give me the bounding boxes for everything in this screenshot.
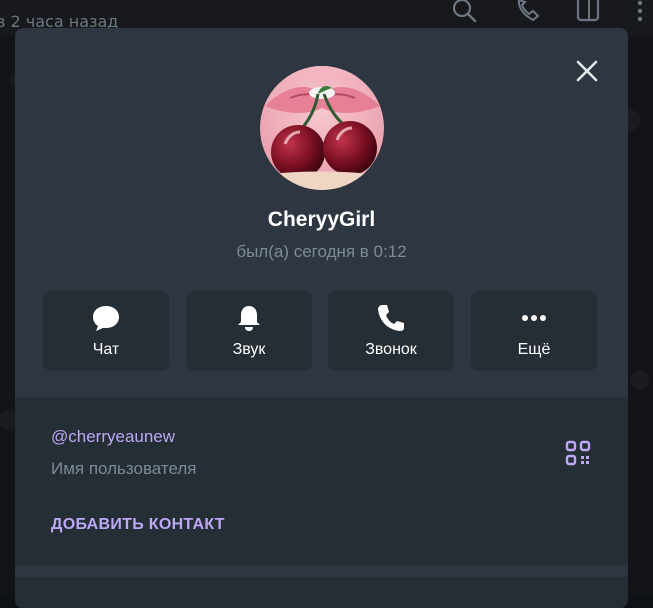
- username-caption: Имя пользователя: [51, 459, 197, 478]
- chat-button[interactable]: Чат: [43, 291, 169, 371]
- sound-button[interactable]: Звук: [186, 291, 312, 371]
- bell-icon: [234, 303, 264, 333]
- close-icon[interactable]: [574, 58, 600, 84]
- action-buttons: Чат Звук Звонок Ещё: [43, 291, 597, 371]
- avatar[interactable]: [260, 66, 384, 190]
- last-seen-status: был(а) сегодня в 0:12: [236, 242, 407, 261]
- user-info-modal: CheryyGirl был(а) сегодня в 0:12 Чат Зву…: [15, 28, 628, 608]
- more-button[interactable]: Ещё: [471, 291, 597, 371]
- call-button-label: Звонок: [365, 341, 417, 358]
- username-link[interactable]: @cherryeaunew: [51, 427, 175, 447]
- sound-button-label: Звук: [232, 341, 266, 358]
- next-section: [15, 577, 628, 608]
- qr-code-icon[interactable]: [565, 440, 591, 466]
- profile-name: CheryyGirl: [267, 208, 376, 231]
- sidebar-icon[interactable]: [575, 0, 603, 24]
- chat-button-label: Чат: [92, 341, 120, 358]
- section-divider: [15, 565, 628, 577]
- more-vertical-icon[interactable]: [630, 0, 653, 24]
- search-icon[interactable]: [450, 0, 478, 24]
- phone-icon: [376, 303, 406, 333]
- chat-bubble-icon: [91, 303, 121, 333]
- phone-icon[interactable]: [513, 0, 541, 24]
- more-horizontal-icon: [519, 303, 549, 333]
- more-button-label: Ещё: [517, 341, 551, 358]
- call-button[interactable]: Звонок: [328, 291, 454, 371]
- user-info-section: @cherryeaunew Имя пользователя ДОБАВИТЬ …: [15, 397, 628, 565]
- cherries-avatar: [260, 66, 384, 190]
- add-contact-button[interactable]: ДОБАВИТЬ КОНТАКТ: [51, 516, 225, 534]
